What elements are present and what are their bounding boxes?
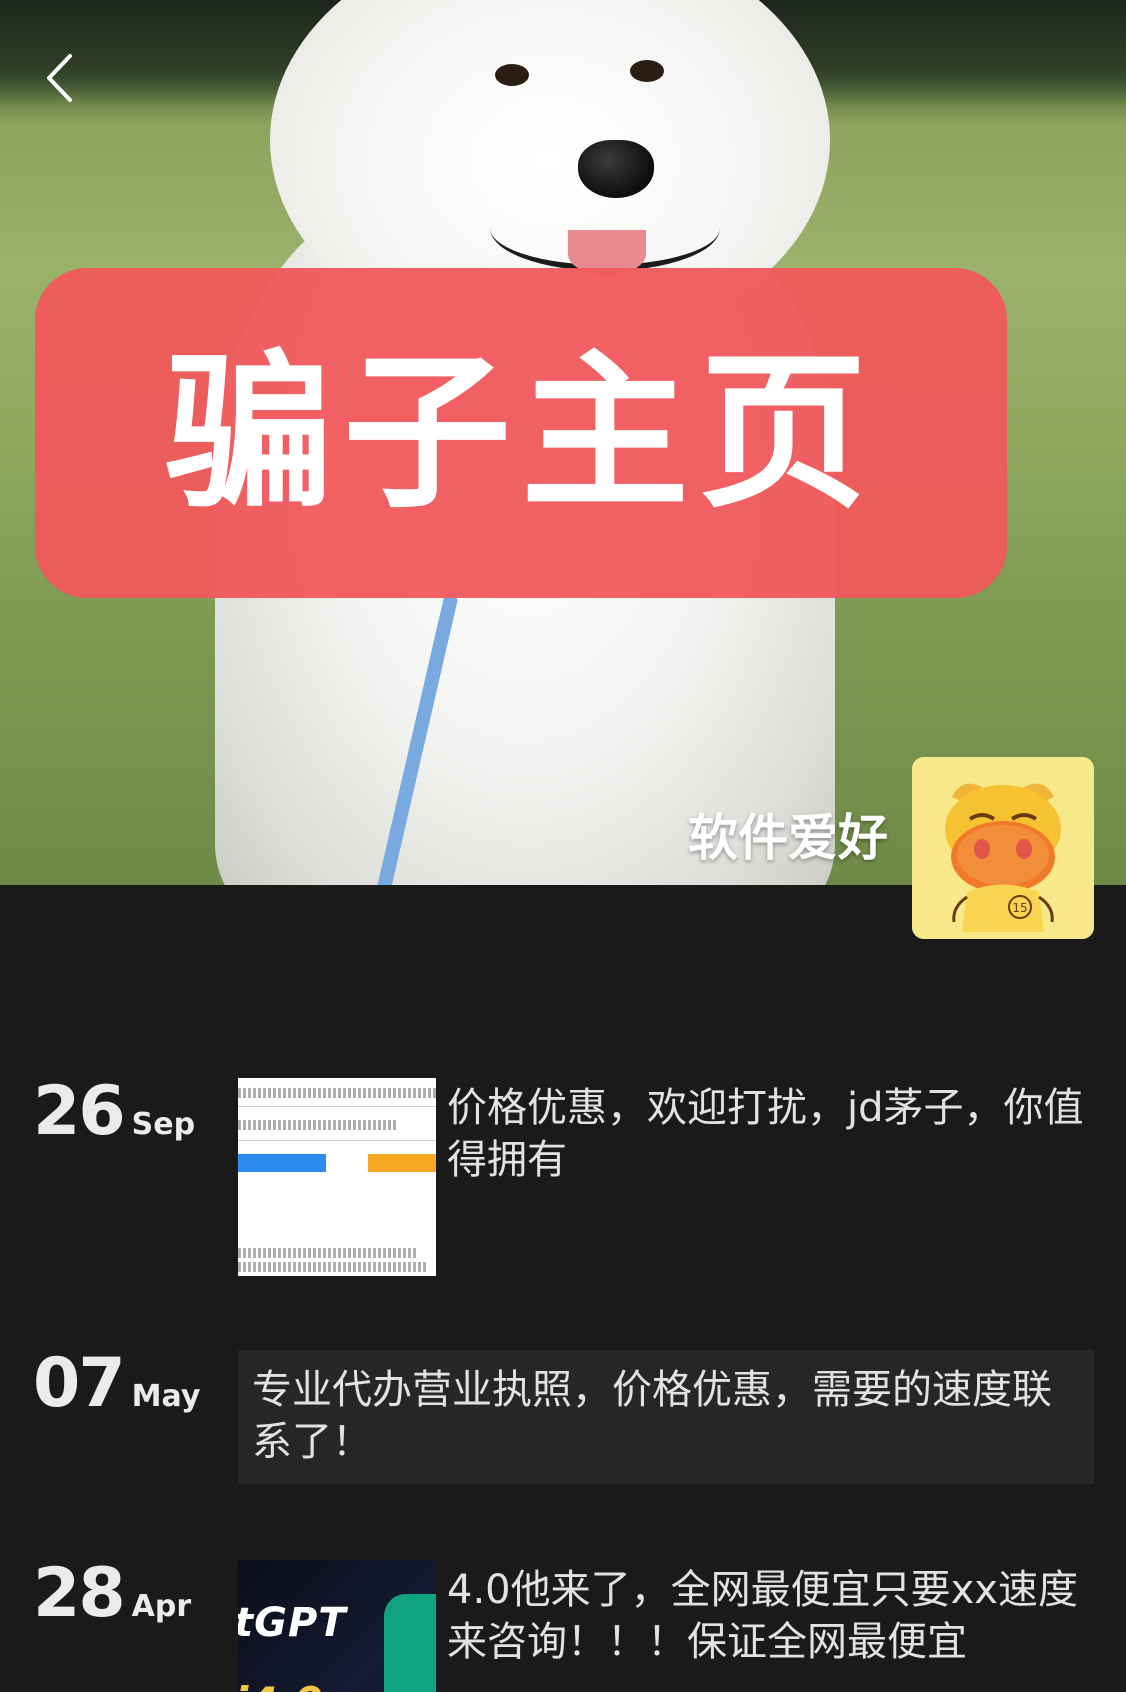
moment-post[interactable]: 07 May 专业代办营业执照，价格优惠，需要的速度联系了！ xyxy=(0,1350,1126,1490)
post-month: May xyxy=(131,1379,201,1414)
moment-post[interactable]: 26 Sep 价格优惠，欢迎打扰，jd茅子，你值得拥有 xyxy=(0,1078,1126,1288)
post-month: Sep xyxy=(131,1107,196,1142)
scam-warning-banner: 骗子主页 xyxy=(35,268,1007,598)
post-date: 28 Apr xyxy=(33,1560,191,1628)
openai-logo-icon xyxy=(384,1594,436,1692)
post-text[interactable]: 4.0他来了，全网最便宜只要xx速度来咨询！！！保证全网最便宜 xyxy=(447,1564,1087,1668)
post-date: 07 May xyxy=(33,1350,200,1418)
post-day: 26 xyxy=(33,1072,126,1151)
post-day: 28 xyxy=(33,1554,126,1633)
moment-post[interactable]: 28 Apr tGPT i4.0 4.0他来了，全网最便宜只要xx速度来咨询！！… xyxy=(0,1560,1126,1692)
post-day: 07 xyxy=(33,1344,126,1423)
profile-name[interactable]: 软件爱好 xyxy=(688,798,888,870)
post-thumbnail[interactable] xyxy=(238,1078,436,1276)
image-title: tGPT xyxy=(238,1600,347,1646)
post-text[interactable]: 价格优惠，欢迎打扰，jd茅子，你值得拥有 xyxy=(447,1082,1087,1186)
avatar[interactable]: 15 xyxy=(912,757,1094,939)
chatgpt-promo-image: tGPT i4.0 xyxy=(238,1560,436,1692)
cartoon-cow-avatar-icon: 15 xyxy=(912,757,1094,939)
image-subtitle: i4.0 xyxy=(238,1678,323,1692)
post-thumbnail[interactable]: tGPT i4.0 xyxy=(238,1560,436,1692)
screenshot-image xyxy=(238,1078,436,1276)
post-text: 专业代办营业执照，价格优惠，需要的速度联系了！ xyxy=(252,1367,1052,1465)
text-only-post-card[interactable]: 专业代办营业执照，价格优惠，需要的速度联系了！ xyxy=(238,1350,1094,1484)
cover-photo[interactable]: 骗子主页 xyxy=(0,0,1126,885)
back-button[interactable] xyxy=(34,50,84,106)
chevron-left-icon xyxy=(47,54,72,102)
post-month: Apr xyxy=(131,1589,192,1624)
post-date: 26 Sep xyxy=(33,1078,195,1146)
moments-profile-page: 骗子主页 软件爱好 15 26 Sep 价格优惠，欢迎打扰，jd茅子，你值得拥有… xyxy=(0,0,1126,1692)
svg-text:15: 15 xyxy=(1012,901,1027,915)
banner-text: 骗子主页 xyxy=(165,335,877,531)
